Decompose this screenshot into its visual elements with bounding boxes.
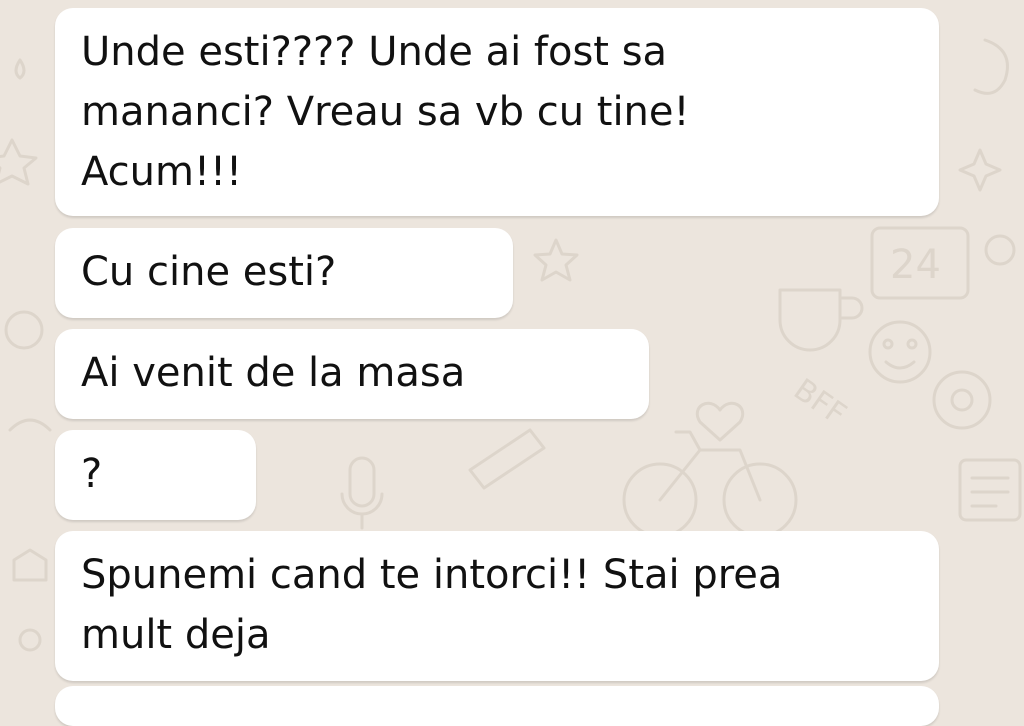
message-text: Unde esti???? Unde ai fost sa mananci? V… xyxy=(81,29,690,195)
chat-thread: Unde esti???? Unde ai fost sa mananci? V… xyxy=(0,0,1024,726)
message-bubble-partial[interactable] xyxy=(55,686,939,726)
message-bubble[interactable]: Cu cine esti? xyxy=(55,228,513,318)
message-bubble[interactable]: Unde esti???? Unde ai fost sa mananci? V… xyxy=(55,8,939,216)
message-bubble[interactable]: Spunemi cand te intorci!! Stai prea mult… xyxy=(55,531,939,681)
message-text: Ai venit de la masa xyxy=(81,350,466,396)
message-text: Spunemi cand te intorci!! Stai prea mult… xyxy=(81,552,783,658)
message-bubble[interactable]: ? xyxy=(55,430,256,520)
message-text: ? xyxy=(81,451,103,497)
message-bubble[interactable]: Ai venit de la masa xyxy=(55,329,649,419)
message-text: Cu cine esti? xyxy=(81,249,337,295)
